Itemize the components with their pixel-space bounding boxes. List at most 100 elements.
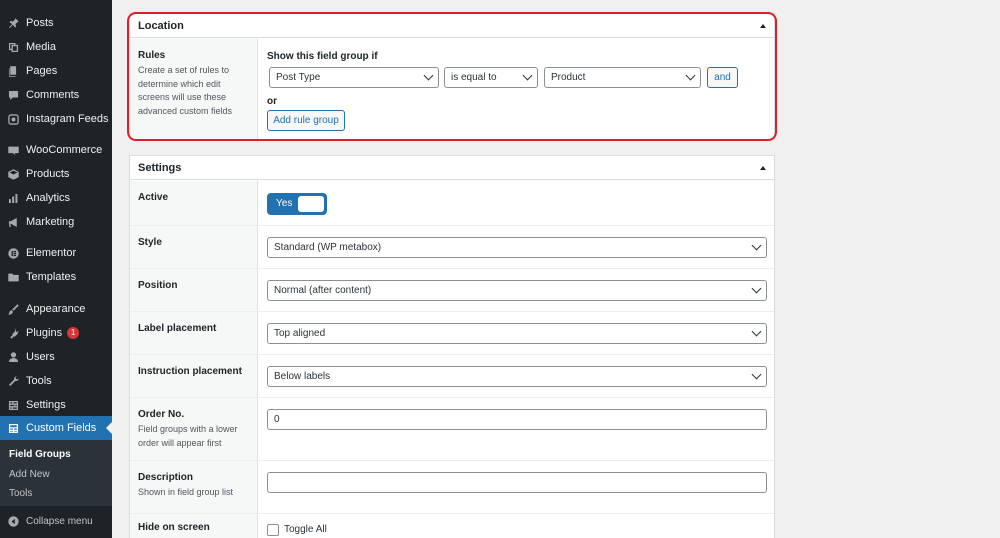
pin-icon — [6, 16, 20, 30]
menu-label: Pages — [26, 65, 58, 77]
style-label: Style — [138, 237, 162, 248]
menu-label: Comments — [26, 89, 80, 101]
menu-label: Plugins — [26, 327, 63, 339]
rule-value-value: Product — [551, 72, 586, 83]
rules-label: Rules — [138, 50, 166, 61]
menu-label: Custom Fields — [26, 422, 97, 434]
description-input[interactable] — [267, 472, 767, 493]
media-icon — [6, 40, 20, 54]
instagram-icon — [6, 112, 20, 126]
menu-label: Posts — [26, 17, 54, 29]
rules-label-cell: Rules Create a set of rules to determine… — [130, 39, 258, 139]
label-placement-value: Top aligned — [274, 328, 326, 339]
submenu-field-groups[interactable]: Field Groups — [9, 449, 71, 460]
menu-item-media[interactable]: Media — [0, 35, 112, 59]
order-no-input[interactable]: 0 — [267, 409, 767, 430]
chevron-down-icon — [751, 369, 762, 380]
menu-item-custom-fields[interactable]: Custom Fields — [0, 416, 112, 440]
position-label: Position — [138, 280, 178, 291]
toggle-all-checkbox[interactable] — [267, 524, 279, 536]
settings-title: Settings — [138, 161, 182, 174]
comments-icon — [6, 88, 20, 102]
submenu-add-new[interactable]: Add New — [9, 469, 50, 480]
position-label-cell: Position — [130, 269, 258, 311]
active-label-cell: Active — [130, 181, 258, 225]
menu-label: Tools — [26, 375, 52, 387]
menu-item-settings[interactable]: Settings — [0, 393, 112, 417]
settings-header[interactable]: Settings — [130, 156, 774, 180]
custom-fields-submenu: Field Groups Add New Tools — [0, 440, 112, 506]
collapse-label: Collapse menu — [26, 515, 93, 527]
pages-icon — [6, 64, 20, 78]
menu-item-analytics[interactable]: Analytics — [0, 186, 112, 210]
menu-label: Settings — [26, 399, 66, 411]
menu-item-appearance[interactable]: Appearance — [0, 297, 112, 321]
instruction-placement-label: Instruction placement — [138, 366, 242, 377]
menu-item-users[interactable]: Users — [0, 345, 112, 369]
setting-row-order-no: Order No. Field groups with a lower orde… — [130, 398, 774, 461]
rule-operator-value: is equal to — [451, 72, 497, 83]
menu-item-pages[interactable]: Pages — [0, 59, 112, 83]
settings-postbox: Settings Active Yes Style Standard (WP m… — [129, 155, 775, 538]
collapse-arrow-icon[interactable] — [760, 165, 766, 170]
setting-row-label-placement: Label placement Top aligned — [130, 312, 774, 355]
setting-row-active: Active Yes — [130, 181, 774, 226]
active-toggle[interactable]: Yes — [267, 193, 327, 215]
active-toggle-text: Yes — [276, 198, 293, 209]
rule-param-select[interactable]: Post Type — [269, 67, 439, 88]
chevron-down-icon — [685, 70, 696, 81]
description-hint: Shown in field group list — [138, 487, 234, 497]
setting-row-description: Description Shown in field group list — [130, 461, 774, 514]
rule-param-value: Post Type — [276, 72, 321, 83]
settings-icon — [6, 398, 20, 412]
menu-label: Marketing — [26, 216, 75, 228]
setting-row-hide-on-screen: Hide on screen Toggle All — [130, 514, 774, 538]
plug-icon — [6, 326, 20, 340]
menu-item-marketing[interactable]: Marketing — [0, 210, 112, 234]
instruction-placement-label-cell: Instruction placement — [130, 355, 258, 397]
megaphone-icon — [6, 215, 20, 229]
current-menu-arrow — [106, 422, 112, 434]
menu-item-instagram-feeds[interactable]: Instagram Feeds — [0, 107, 112, 131]
hide-on-screen-label: Hide on screen — [138, 522, 210, 533]
collapse-arrow-icon[interactable] — [760, 23, 766, 28]
menu-label: Users — [26, 351, 55, 363]
location-header[interactable]: Location — [130, 14, 774, 38]
collapse-icon — [6, 514, 20, 528]
style-select[interactable]: Standard (WP metabox) — [267, 237, 767, 258]
style-value: Standard (WP metabox) — [274, 242, 382, 253]
admin-sidebar: Posts Media Pages Comments Instagram Fee… — [0, 0, 112, 538]
add-rule-group-button[interactable]: Add rule group — [267, 110, 345, 131]
menu-label: Instagram Feeds — [26, 113, 109, 125]
submenu-tools[interactable]: Tools — [9, 488, 32, 499]
order-no-label: Order No. — [138, 409, 185, 420]
wrench-icon — [6, 374, 20, 388]
menu-item-plugins[interactable]: Plugins 1 — [0, 321, 112, 345]
menu-item-posts[interactable]: Posts — [0, 11, 112, 35]
menu-item-tools[interactable]: Tools — [0, 369, 112, 393]
collapse-menu-button[interactable]: Collapse menu — [0, 509, 112, 533]
menu-item-woocommerce[interactable]: WooCommerce — [0, 138, 112, 162]
position-select[interactable]: Normal (after content) — [267, 280, 767, 301]
setting-row-style: Style Standard (WP metabox) — [130, 226, 774, 269]
menu-label: Elementor — [26, 247, 77, 259]
brush-icon — [6, 302, 20, 316]
menu-item-comments[interactable]: Comments — [0, 83, 112, 107]
and-button[interactable]: and — [707, 67, 738, 88]
setting-row-position: Position Normal (after content) — [130, 269, 774, 312]
order-no-description: Field groups with a lower order will app… — [138, 424, 238, 448]
chevron-down-icon — [751, 326, 762, 337]
rule-operator-select[interactable]: is equal to — [444, 67, 538, 88]
toggle-knob — [298, 196, 324, 212]
custom-fields-icon — [6, 421, 20, 435]
instruction-placement-select[interactable]: Below labels — [267, 366, 767, 387]
menu-item-elementor[interactable]: Elementor — [0, 241, 112, 265]
rule-value-select[interactable]: Product — [544, 67, 701, 88]
label-placement-select[interactable]: Top aligned — [267, 323, 767, 344]
menu-item-products[interactable]: Products — [0, 162, 112, 186]
plugins-update-badge: 1 — [67, 327, 80, 339]
label-placement-label-cell: Label placement — [130, 312, 258, 354]
or-label: or — [267, 96, 277, 107]
menu-item-templates[interactable]: Templates — [0, 265, 112, 289]
toggle-all-label: Toggle All — [284, 524, 327, 535]
